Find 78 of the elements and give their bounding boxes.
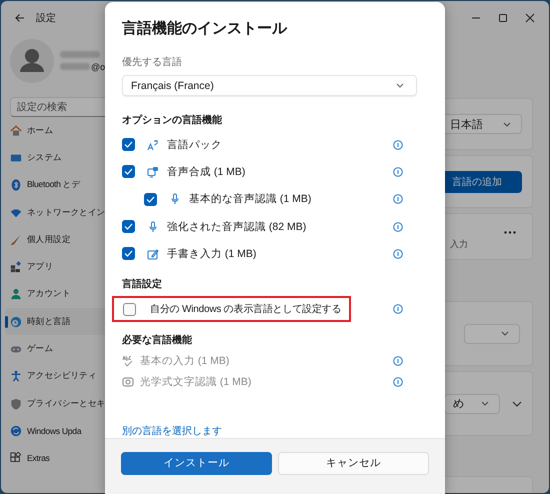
nav-item[interactable]: 個人用設定	[5, 226, 114, 254]
checkbox[interactable]	[122, 220, 135, 234]
feature-label: 音声合成 (1 MB)	[167, 164, 246, 179]
nav-item[interactable]: システム	[5, 144, 114, 172]
nav-item[interactable]: アカウント	[5, 280, 114, 308]
apps-icon	[10, 261, 22, 274]
microphone-icon	[169, 193, 181, 206]
speech-icon	[147, 166, 159, 178]
checkbox[interactable]	[122, 165, 135, 178]
section-heading: オプションの言語機能	[122, 113, 223, 127]
nav-item[interactable]: アプリ	[5, 253, 114, 281]
nav-item[interactable]: ホーム	[5, 117, 114, 144]
access-icon	[10, 370, 22, 382]
checkbox[interactable]	[144, 192, 157, 206]
info-icon[interactable]	[393, 166, 403, 177]
redacted-name	[60, 50, 100, 58]
info-icon[interactable]	[393, 222, 403, 232]
language-dropdown[interactable]: Français (France)	[122, 75, 417, 96]
system-icon	[10, 152, 22, 164]
install-button[interactable]: インストール	[121, 452, 272, 475]
chevron-down-icon	[481, 401, 489, 406]
nav-item[interactable]: アクセシビリティ	[5, 362, 114, 390]
feature-label: 光学式文字認識 (1 MB)	[140, 375, 252, 390]
wifi-icon	[10, 206, 22, 219]
more-icon[interactable]	[504, 231, 516, 234]
feature-label: 強化された音声認識 (82 MB)	[167, 220, 306, 234]
checkbox[interactable]	[122, 247, 135, 260]
avatar-icon	[10, 39, 54, 83]
chevron-down-icon	[501, 331, 509, 336]
section-heading: 必要な言語機能	[122, 333, 193, 347]
nav-item[interactable]: プライバシーとセキ	[5, 390, 114, 418]
close-icon[interactable]	[525, 13, 535, 23]
info-icon[interactable]	[393, 194, 403, 204]
brush-icon	[10, 234, 22, 246]
camera-icon	[122, 376, 134, 388]
language-subtitle: 入力	[450, 238, 468, 251]
spellcheck-icon	[122, 355, 134, 368]
shield-icon	[10, 398, 22, 410]
pen-icon	[147, 248, 159, 260]
nav-item[interactable]: ネットワークとイン	[5, 198, 114, 226]
update-icon	[10, 424, 22, 437]
back-arrow-icon[interactable]	[15, 13, 25, 23]
maximize-icon[interactable]	[498, 13, 508, 23]
info-icon[interactable]	[393, 304, 403, 314]
feature-label: 基本の入力 (1 MB)	[140, 354, 230, 368]
account-icon	[10, 288, 22, 300]
feature-label: 基本的な音声認識 (1 MB)	[189, 192, 312, 206]
window-title: 設定	[36, 12, 56, 25]
extras-icon	[10, 452, 22, 464]
info-icon[interactable]	[393, 377, 403, 388]
region-dropdown[interactable]: め	[444, 394, 500, 414]
nav-item[interactable]: Extras	[5, 444, 114, 472]
checkbox[interactable]	[122, 138, 135, 152]
nav-item[interactable]: Bluetooth とデ	[5, 172, 114, 199]
checkbox[interactable]	[123, 302, 136, 316]
chevron-down-icon	[396, 83, 404, 88]
translate-icon	[147, 138, 159, 151]
expand-icon[interactable]	[512, 400, 522, 406]
nav-item[interactable]: Windows Upda	[5, 417, 114, 445]
account-email: @o	[91, 62, 106, 72]
feature-label: 言語パック	[167, 138, 222, 152]
time-icon	[10, 316, 22, 328]
home-icon	[10, 124, 22, 137]
dialog-title: 言語機能のインストール	[122, 19, 288, 39]
nav-item[interactable]: ゲーム	[5, 335, 114, 363]
chevron-down-icon	[503, 122, 511, 126]
section-heading: 言語設定	[122, 277, 163, 292]
field-label: 優先する言語	[122, 56, 183, 69]
bt-icon	[10, 179, 22, 192]
choose-language-link[interactable]: 別の言語を選択します	[122, 424, 222, 438]
info-icon[interactable]	[393, 140, 403, 150]
microphone-icon	[147, 220, 159, 233]
cancel-button[interactable]: キャンセル	[278, 452, 429, 475]
feature-label: 手書き入力 (1 MB)	[167, 246, 256, 261]
option-label: 自分の Windows の表示言語として設定する	[150, 302, 342, 316]
redacted-email	[60, 63, 90, 70]
info-icon[interactable]	[393, 248, 403, 259]
info-icon[interactable]	[393, 356, 403, 366]
